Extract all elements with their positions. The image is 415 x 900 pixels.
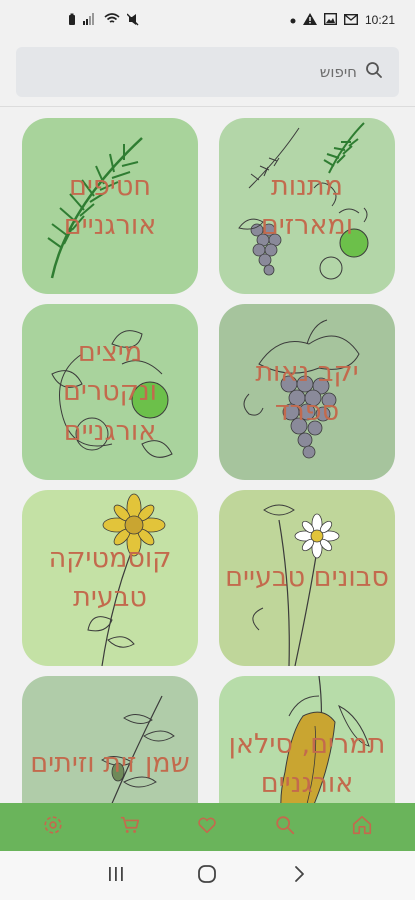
system-back-button[interactable] xyxy=(279,856,319,896)
category-label: שמן זית וזיתים xyxy=(30,748,190,780)
system-nav-bar xyxy=(0,851,415,900)
recents-icon xyxy=(107,866,125,886)
category-tile-cosmetics[interactable]: קוסמטיקה טבעית xyxy=(22,490,198,666)
warning-icon xyxy=(302,13,317,27)
category-label: חטיפים אורגניים xyxy=(63,170,157,241)
category-tile-olive-oil[interactable]: שמן זית וזיתים xyxy=(22,676,198,803)
image-icon xyxy=(323,12,337,27)
system-home-button[interactable] xyxy=(187,856,227,896)
nav-settings-button[interactable] xyxy=(33,807,73,847)
category-tile-juices[interactable]: מיצים ונקטרים אורגניים xyxy=(22,304,198,480)
bottom-nav xyxy=(0,803,415,851)
category-label: מיצים ונקטרים אורגניים xyxy=(62,337,158,447)
category-label: תמרים, סילאן אורגניים xyxy=(228,728,386,799)
category-label: מתנות ומארזים xyxy=(260,170,354,241)
battery-icon xyxy=(68,13,76,28)
search-icon xyxy=(274,814,296,840)
status-time: 10:21 xyxy=(364,13,395,27)
search-icon xyxy=(365,61,383,83)
nav-search-button[interactable] xyxy=(265,807,305,847)
heart-icon xyxy=(196,814,218,840)
status-right-icons: 10:21 xyxy=(290,12,395,27)
category-tile-snacks[interactable]: חטיפים אורגניים xyxy=(22,118,198,294)
nav-home-button[interactable] xyxy=(342,807,382,847)
category-grid: מתנות ומארזים חטיפים אורגניים יקב נאות ס… xyxy=(0,107,415,803)
category-label: יקב נאות ספרד xyxy=(255,356,359,427)
category-tile-soaps[interactable]: סבונים טבעיים xyxy=(219,490,395,666)
signal-icon xyxy=(83,13,97,27)
nav-favorites-button[interactable] xyxy=(187,807,227,847)
dot-icon xyxy=(290,14,296,26)
back-icon xyxy=(293,865,305,887)
wifi-icon xyxy=(104,13,120,27)
search-bar[interactable] xyxy=(16,47,399,97)
home-circle-icon xyxy=(197,864,217,888)
nav-cart-button[interactable] xyxy=(110,807,150,847)
mail-icon xyxy=(343,13,358,27)
category-label: סבונים טבעיים xyxy=(225,562,389,594)
status-left-icons xyxy=(68,13,139,28)
category-tile-dates[interactable]: תמרים, סילאן אורגניים xyxy=(219,676,395,803)
mute-icon xyxy=(126,13,139,28)
search-input[interactable] xyxy=(277,63,357,81)
status-bar: 10:21 xyxy=(0,0,415,40)
category-tile-gifts[interactable]: מתנות ומארזים xyxy=(219,118,395,294)
system-recents-button[interactable] xyxy=(96,856,136,896)
category-label: קוסמטיקה טבעית xyxy=(48,542,172,613)
cart-icon xyxy=(119,814,141,840)
home-icon xyxy=(351,814,373,840)
category-tile-winery[interactable]: יקב נאות ספרד xyxy=(219,304,395,480)
settings-icon xyxy=(42,814,64,840)
